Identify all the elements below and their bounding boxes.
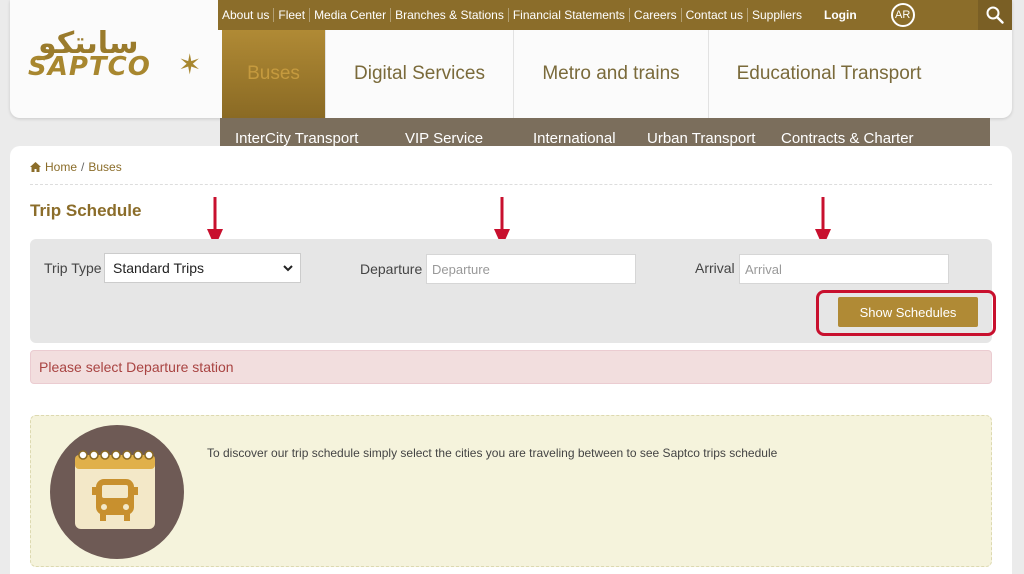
trip-type-select[interactable]: Standard Trips <box>104 253 301 283</box>
nav-metro-trains[interactable]: Metro and trains <box>514 30 709 118</box>
subnav-intercity[interactable]: InterCity Transport <box>235 130 358 147</box>
top-link-branches[interactable]: Branches & Stations <box>391 8 509 22</box>
top-link-media-center[interactable]: Media Center <box>310 8 392 22</box>
trip-type-label: Trip Type <box>44 260 102 276</box>
departure-label: Departure <box>360 261 423 277</box>
nav-digital-services[interactable]: Digital Services <box>326 30 514 118</box>
top-link-suppliers[interactable]: Suppliers <box>748 8 806 22</box>
arrival-label: Arrival <box>695 260 735 276</box>
search-button[interactable] <box>978 0 1012 30</box>
departure-input[interactable] <box>426 254 636 284</box>
home-icon <box>30 162 41 172</box>
page-title: Trip Schedule <box>30 201 142 220</box>
top-link-financial[interactable]: Financial Statements <box>509 8 630 22</box>
info-text: To discover our trip schedule simply sel… <box>207 446 778 460</box>
breadcrumb-home[interactable]: Home <box>45 160 77 174</box>
subnav-vip[interactable]: VIP Service <box>405 130 483 147</box>
logo-latin-text: SAPTCO <box>28 52 151 82</box>
breadcrumb-current[interactable]: Buses <box>88 160 121 174</box>
nav-educational-transport[interactable]: Educational Transport <box>709 30 949 118</box>
bus-schedule-graphic <box>75 450 155 529</box>
breadcrumb: Home / Buses <box>30 160 122 174</box>
login-link[interactable]: Login <box>820 8 861 22</box>
top-link-contact[interactable]: Contact us <box>682 8 748 22</box>
trip-type-value: Standard Trips <box>113 260 205 276</box>
subnav-international[interactable]: International <box>533 130 616 147</box>
top-link-about[interactable]: About us <box>218 8 275 22</box>
subnav-contracts[interactable]: Contracts & Charter <box>781 130 914 147</box>
chevron-down-icon <box>283 265 293 272</box>
divider <box>30 184 992 185</box>
show-schedules-button[interactable]: Show Schedules <box>838 297 978 327</box>
top-link-careers[interactable]: Careers <box>630 8 682 22</box>
top-link-fleet[interactable]: Fleet <box>274 8 311 22</box>
breadcrumb-separator: / <box>81 160 85 174</box>
saptco-logo[interactable]: سابتكو SAPTCO ✶ <box>28 26 213 82</box>
subnav-urban[interactable]: Urban Transport <box>647 130 755 147</box>
language-toggle[interactable]: AR <box>890 3 915 27</box>
bus-calendar-icon <box>50 425 184 559</box>
error-alert: Please select Departure station <box>30 350 992 384</box>
main-nav: Buses Digital Services Metro and trains … <box>222 30 949 118</box>
search-icon <box>986 6 1004 24</box>
star-icon: ✶ <box>178 49 202 80</box>
top-bar: About us Fleet Media Center Branches & S… <box>218 0 978 30</box>
arrival-input[interactable] <box>739 254 949 284</box>
nav-buses[interactable]: Buses <box>222 30 326 118</box>
